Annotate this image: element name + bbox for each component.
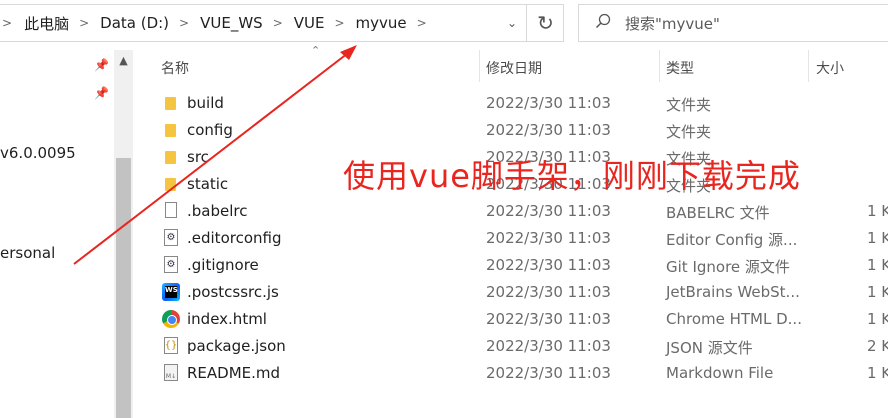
annotation-text: 使用vue脚手架，刚刚下载完成 <box>343 157 801 195</box>
annotation-arrow <box>73 45 357 265</box>
